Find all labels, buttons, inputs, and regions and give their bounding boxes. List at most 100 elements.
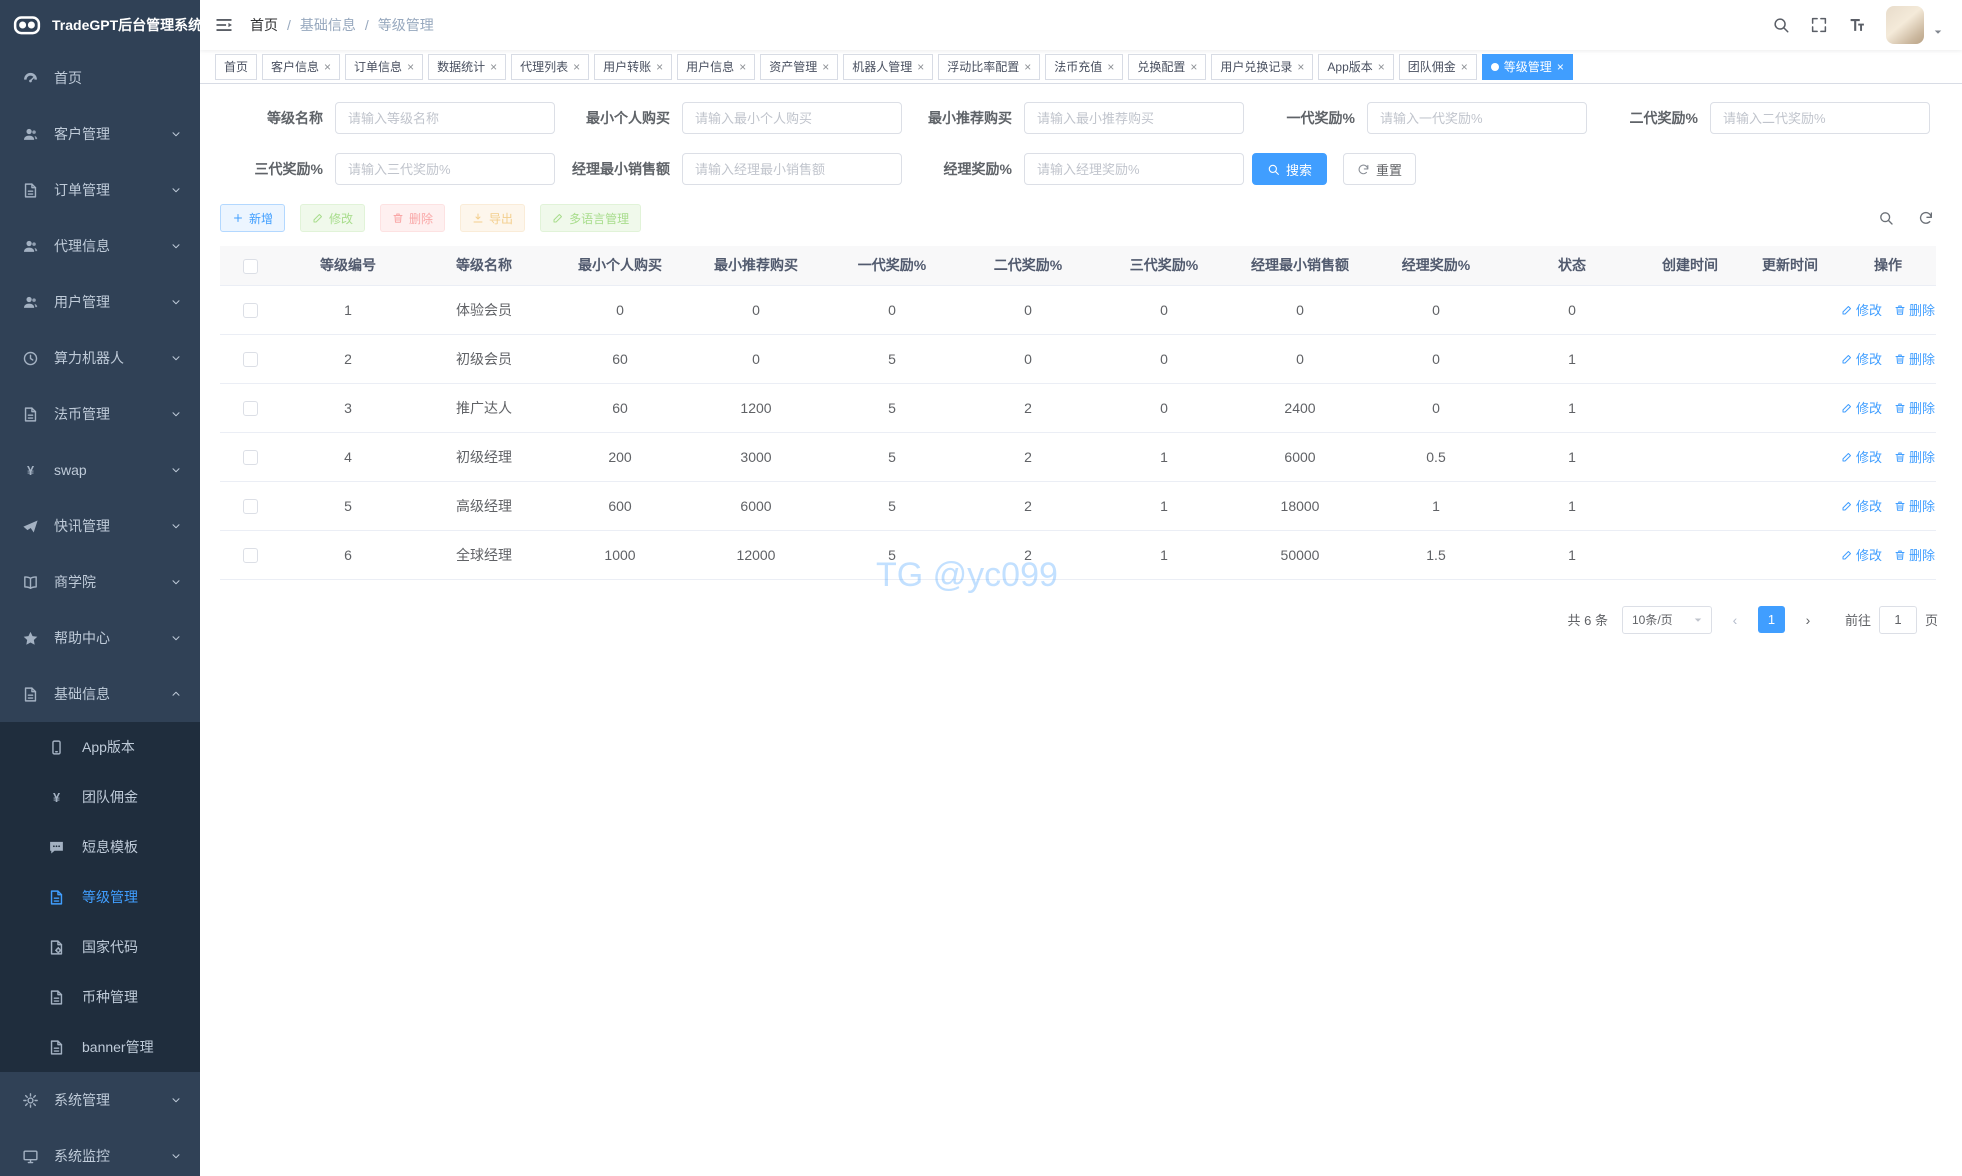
close-icon[interactable]: × xyxy=(656,61,663,73)
hamburger-icon[interactable] xyxy=(214,15,234,35)
close-icon[interactable]: × xyxy=(1378,61,1385,73)
filter-input[interactable] xyxy=(335,153,555,185)
delete-link[interactable]: 删除 xyxy=(1894,496,1935,515)
submenu-item[interactable]: banner管理 xyxy=(0,1022,200,1072)
row-checkbox[interactable] xyxy=(243,401,258,416)
delete-link[interactable]: 删除 xyxy=(1894,398,1935,417)
close-icon[interactable]: × xyxy=(573,61,580,73)
sidebar-item[interactable]: 基础信息 xyxy=(0,666,200,722)
sidebar-item[interactable]: 代理信息 xyxy=(0,218,200,274)
close-icon[interactable]: × xyxy=(1557,61,1564,73)
sidebar-item[interactable]: 客户管理 xyxy=(0,106,200,162)
sidebar-item[interactable]: 用户管理 xyxy=(0,274,200,330)
close-icon[interactable]: × xyxy=(917,61,924,73)
tab-active[interactable]: 等级管理× xyxy=(1482,54,1573,80)
sidebar-item[interactable]: 算力机器人 xyxy=(0,330,200,386)
sidebar-item[interactable]: 帮助中心 xyxy=(0,610,200,666)
submenu-item[interactable]: 等级管理 xyxy=(0,872,200,922)
submenu-item[interactable]: ¥团队佣金 xyxy=(0,772,200,822)
next-page-button[interactable]: › xyxy=(1795,606,1821,634)
tab-item[interactable]: 团队佣金× xyxy=(1399,54,1477,80)
select-all-checkbox[interactable] xyxy=(243,259,258,274)
add-button[interactable]: 新增 xyxy=(220,204,285,232)
filter-input[interactable] xyxy=(335,102,555,134)
toolbar-button[interactable]: 删除 xyxy=(380,204,445,232)
search-icon[interactable] xyxy=(1878,210,1894,226)
refresh-icon[interactable] xyxy=(1918,210,1934,226)
close-icon[interactable]: × xyxy=(1461,61,1468,73)
edit-link[interactable]: 修改 xyxy=(1841,398,1882,417)
submenu-item[interactable]: 短息模板 xyxy=(0,822,200,872)
edit-link[interactable]: 修改 xyxy=(1841,496,1882,515)
breadcrumb-item[interactable]: 基础信息 xyxy=(300,15,356,35)
row-checkbox[interactable] xyxy=(243,548,258,563)
row-checkbox[interactable] xyxy=(243,450,258,465)
row-checkbox[interactable] xyxy=(243,352,258,367)
tab-item[interactable]: 机器人管理× xyxy=(843,54,933,80)
reset-button[interactable]: 重置 xyxy=(1343,153,1416,185)
close-icon[interactable]: × xyxy=(324,61,331,73)
tab-item[interactable]: 用户信息× xyxy=(677,54,755,80)
delete-link[interactable]: 删除 xyxy=(1894,300,1935,319)
close-icon[interactable]: × xyxy=(1024,61,1031,73)
submenu-item[interactable]: App版本 xyxy=(0,722,200,772)
sidebar-item[interactable]: 系统管理 xyxy=(0,1072,200,1128)
row-checkbox[interactable] xyxy=(243,499,258,514)
filter-input[interactable] xyxy=(1024,102,1244,134)
tab-item[interactable]: 订单信息× xyxy=(345,54,423,80)
sidebar-item[interactable]: 法币管理 xyxy=(0,386,200,442)
submenu-item[interactable]: 币种管理 xyxy=(0,972,200,1022)
tab-item[interactable]: 用户转账× xyxy=(594,54,672,80)
caret-down-icon[interactable] xyxy=(1932,26,1944,38)
close-icon[interactable]: × xyxy=(490,61,497,73)
tab-item[interactable]: 客户信息× xyxy=(262,54,340,80)
close-icon[interactable]: × xyxy=(1297,61,1304,73)
sidebar-item[interactable]: 快讯管理 xyxy=(0,498,200,554)
edit-link[interactable]: 修改 xyxy=(1841,349,1882,368)
tab-item[interactable]: 资产管理× xyxy=(760,54,838,80)
close-icon[interactable]: × xyxy=(407,61,414,73)
submenu-item[interactable]: 国家代码 xyxy=(0,922,200,972)
filter-input[interactable] xyxy=(1710,102,1930,134)
search-icon[interactable] xyxy=(1772,16,1790,34)
delete-link[interactable]: 删除 xyxy=(1894,545,1935,564)
tab-item[interactable]: 用户兑换记录× xyxy=(1211,54,1313,80)
breadcrumb-home[interactable]: 首页 xyxy=(250,15,278,35)
toolbar-button[interactable]: 导出 xyxy=(460,204,525,232)
filter-input[interactable] xyxy=(682,102,902,134)
sidebar-item[interactable]: 订单管理 xyxy=(0,162,200,218)
close-icon[interactable]: × xyxy=(739,61,746,73)
fullscreen-icon[interactable] xyxy=(1810,16,1828,34)
tab-item[interactable]: 法币充值× xyxy=(1045,54,1123,80)
toolbar-button[interactable]: 修改 xyxy=(300,204,365,232)
delete-link[interactable]: 删除 xyxy=(1894,349,1935,368)
tab-item[interactable]: App版本× xyxy=(1318,54,1393,80)
close-icon[interactable]: × xyxy=(1107,61,1114,73)
filter-input[interactable] xyxy=(1024,153,1244,185)
tab-item[interactable]: 首页 xyxy=(215,54,257,80)
font-size-icon[interactable] xyxy=(1848,16,1866,34)
page-number-active[interactable]: 1 xyxy=(1758,606,1785,633)
close-icon[interactable]: × xyxy=(1190,61,1197,73)
edit-link[interactable]: 修改 xyxy=(1841,447,1882,466)
prev-page-button[interactable]: ‹ xyxy=(1722,606,1748,634)
row-checkbox[interactable] xyxy=(243,303,258,318)
goto-page-input[interactable] xyxy=(1879,606,1917,634)
search-button[interactable]: 搜索 xyxy=(1252,153,1327,185)
tab-item[interactable]: 浮动比率配置× xyxy=(938,54,1040,80)
sidebar-item[interactable]: ¥swap xyxy=(0,442,200,498)
page-size-select[interactable]: 10条/页 xyxy=(1622,606,1712,634)
tab-item[interactable]: 兑换配置× xyxy=(1128,54,1206,80)
toolbar-button[interactable]: 多语言管理 xyxy=(540,204,641,232)
edit-link[interactable]: 修改 xyxy=(1841,545,1882,564)
filter-input[interactable] xyxy=(682,153,902,185)
sidebar-item[interactable]: 系统监控 xyxy=(0,1128,200,1176)
sidebar-item[interactable]: 首页 xyxy=(0,50,200,106)
avatar[interactable] xyxy=(1886,6,1924,44)
edit-link[interactable]: 修改 xyxy=(1841,300,1882,319)
tab-item[interactable]: 数据统计× xyxy=(428,54,506,80)
close-icon[interactable]: × xyxy=(822,61,829,73)
sidebar-item[interactable]: 商学院 xyxy=(0,554,200,610)
filter-input[interactable] xyxy=(1367,102,1587,134)
tab-item[interactable]: 代理列表× xyxy=(511,54,589,80)
